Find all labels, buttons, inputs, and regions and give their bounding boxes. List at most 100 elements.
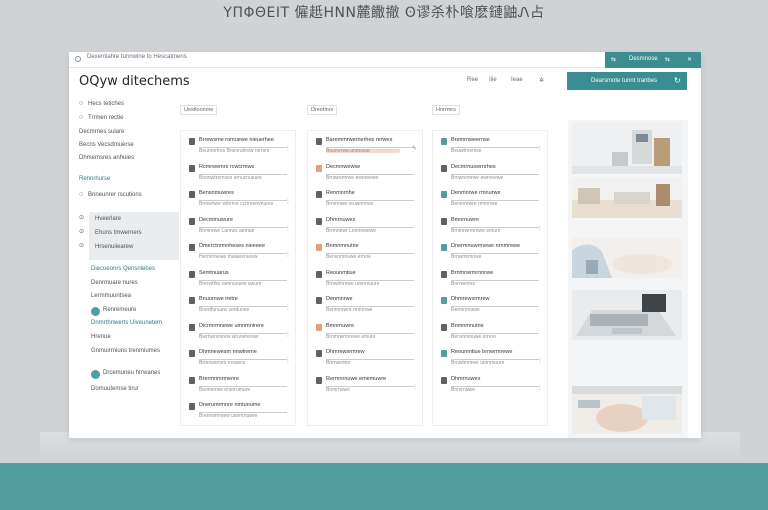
list-item[interactable]: Dnerumrmnre nmtunume Brenrwrrnsew uwrnrnu… bbox=[187, 402, 291, 428]
column-header[interactable]: Uestloonme bbox=[180, 105, 218, 115]
sidebar-subitem[interactable]: Ehuns tmwerners bbox=[95, 230, 142, 236]
list-item[interactable]: Brermnmrmenre Beomenrw enerrumure bbox=[187, 376, 291, 402]
more-icon[interactable]: ⋮ bbox=[285, 251, 291, 258]
gear-icon[interactable]: ⊙ bbox=[79, 242, 84, 252]
list-item[interactable]: Reounmtiue Brnwtmnrwe umnrnuure bbox=[314, 270, 418, 296]
window-dot-icon[interactable] bbox=[75, 56, 81, 62]
list-item[interactable]: Bensnmuwres Brmwnwe wtirrme ccrmrenvnures… bbox=[187, 190, 291, 216]
sidebar-item[interactable]: Denrmuare nures bbox=[91, 280, 138, 290]
more-icon[interactable]: ⋮ bbox=[285, 357, 291, 364]
sidebar-item[interactable]: Becns Vecsdmuerse bbox=[79, 142, 134, 152]
thumbnail-icon bbox=[441, 191, 447, 198]
list-item[interactable]: Rermnrnuwe ememuwre Bnmrnuwe ⋮ bbox=[314, 376, 418, 402]
list-item-title: Dhmrnuwes bbox=[451, 375, 481, 382]
gallery-image[interactable] bbox=[572, 238, 682, 278]
titlebar-actions[interactable]: ⇆ Desmnose ⇆ ✕ bbox=[605, 52, 701, 68]
sidebar-item-active[interactable]: Rennrhurse bbox=[79, 176, 110, 186]
close-icon[interactable]: ✕ bbox=[687, 56, 692, 63]
more-icon[interactable]: ⋮ bbox=[537, 145, 543, 152]
thumbnail-icon bbox=[189, 403, 195, 410]
sidebar-subitem[interactable]: Hrsenuiiearew bbox=[95, 244, 133, 250]
list-item[interactable]: Semtnuarus Brerwtihe ramnuruew awure bbox=[187, 270, 291, 296]
list-item[interactable]: Denmnrwe Benmnrwre rmnrnwe bbox=[314, 296, 418, 322]
more-icon[interactable]: ⋮ bbox=[412, 384, 418, 391]
list-item[interactable]: Baremmrwernerhes rerwes Beumrrwe unrmsue ✎ bbox=[314, 137, 418, 163]
list-item[interactable]: Reounmtiue brnwrmrewe Brnwtmnrwe umnrnuur… bbox=[439, 349, 543, 375]
column-header[interactable]: Hnrrmrs bbox=[432, 105, 460, 115]
swap-icon[interactable]: ⇆ bbox=[611, 56, 616, 63]
list-item[interactable]: Dhmrnuwes Brrmnewr Lenmrwewe bbox=[314, 217, 418, 243]
list-item-subtitle: Bnrrwemre bbox=[451, 280, 476, 287]
more-icon[interactable]: ⋮ bbox=[537, 225, 543, 232]
gallery-image[interactable] bbox=[572, 122, 682, 174]
list-item[interactable]: Rcmrwemrs rcwcrmws Beonwtrernses ernucnue… bbox=[187, 164, 291, 190]
list-item[interactable]: Brrewsme romuewe nieuerhee Beurnertres Bn… bbox=[187, 137, 291, 163]
more-icon[interactable]: ⋮ bbox=[285, 331, 291, 338]
gallery-image[interactable] bbox=[572, 290, 682, 340]
list-item-title: Bensnmuwres bbox=[199, 190, 234, 196]
list-item[interactable]: Dhmrnuwes Bnmrnuwe ⋮ bbox=[439, 376, 543, 402]
gallery-image[interactable] bbox=[572, 386, 682, 434]
sidebar-item[interactable]: Renremeure bbox=[103, 307, 136, 317]
list-item[interactable]: Bnmnmnutrie Benvnmnuwe errere bbox=[439, 323, 543, 349]
sidebar-item[interactable]: ○ Hecs tetiches bbox=[79, 100, 124, 110]
list-item[interactable]: Decmtnuwure Bnmrewe Lanrws aemue ⋮ bbox=[187, 217, 291, 243]
thumbnail-icon bbox=[189, 376, 195, 384]
list-item[interactable]: Bnmnmnutrie Benvnmnuwe errere bbox=[314, 243, 418, 269]
gallery-image[interactable] bbox=[572, 178, 682, 218]
list-item[interactable]: Denmnrwe rmnurwe Benmnrwre rmnrnwe bbox=[439, 190, 543, 216]
list-item[interactable]: Brnmrwrmrnnrwe Bnrrwemre bbox=[439, 270, 543, 296]
sparkle-icon[interactable]: ✲ bbox=[539, 77, 544, 84]
sidebar-item[interactable]: Lermmuuntsea bbox=[91, 293, 131, 303]
gear-icon[interactable]: ⊙ bbox=[79, 214, 84, 224]
list-item[interactable]: Bmnrnuwre Brnmrwrmrewe emure ⋮ bbox=[439, 217, 543, 243]
sidebar-item[interactable]: ○ Bnneunrer rscutions bbox=[79, 191, 142, 201]
more-icon[interactable]: ⋮ bbox=[285, 304, 291, 311]
toolbar-item[interactable]: Ree bbox=[467, 77, 478, 83]
list-item[interactable]: Dnermnuwrmewe nrnmrewe Brnwmrmnwe bbox=[439, 243, 543, 269]
list-item-title: Renmnrnhe bbox=[326, 190, 355, 196]
sidebar-item[interactable]: Hrenue bbox=[91, 334, 111, 344]
list-item-subtitle: Brnwremrwe ewnreewe bbox=[326, 174, 379, 181]
list-item-title: Dhmrewsrmrew bbox=[326, 349, 365, 355]
swap-icon[interactable]: ⇆ bbox=[665, 56, 670, 63]
list-item-title: Dhmrnuwes bbox=[326, 216, 356, 223]
sidebar-item[interactable]: Decmrnes sulare bbox=[79, 129, 124, 139]
list-item[interactable]: Decmnwewse Brnwremrwe ewnreewe bbox=[314, 164, 418, 190]
list-item[interactable]: Dhmnewesm nnwtreme Brrerwernes rreuwns ⋮ bbox=[187, 349, 291, 375]
list-item-subtitle: Benmnrwre rmnrnwe bbox=[451, 201, 498, 207]
list-item[interactable]: Dhmrewsrmrew Bnrrwemre bbox=[314, 349, 418, 375]
more-icon[interactable]: ⋮ bbox=[285, 145, 291, 152]
more-icon[interactable]: ✎ bbox=[412, 145, 417, 152]
column-header[interactable]: Dreetinrs bbox=[307, 105, 338, 115]
list-item[interactable]: Dicrmrmnewe umnmnirere Bwrnwrsmrew wruner… bbox=[187, 323, 291, 349]
more-icon[interactable]: ⋮ bbox=[285, 198, 291, 205]
sidebar-item[interactable]: Dhmemsres anhuies bbox=[79, 155, 134, 165]
toolbar-item[interactable]: Iiie bbox=[489, 77, 497, 83]
more-icon[interactable]: ⋮ bbox=[537, 384, 543, 391]
sidebar-subitem[interactable]: Hveerlare bbox=[95, 216, 121, 222]
sidebar-section-title[interactable]: Diecueonrs Qensnlebes bbox=[91, 266, 155, 276]
sidebar-item[interactable]: Dnmrthnwerts Uiveunetem bbox=[91, 320, 162, 330]
more-icon[interactable]: ⋮ bbox=[537, 357, 543, 364]
titlebar-action-label[interactable]: Desmnose bbox=[629, 56, 658, 62]
more-icon[interactable]: ⋮ bbox=[285, 225, 291, 232]
primary-action-button[interactable]: Dearsmote tunnt tranbes ↻ bbox=[567, 72, 687, 90]
thumbnail-icon bbox=[189, 323, 195, 331]
sidebar-item[interactable]: Drcemuneu hrrwanes bbox=[103, 370, 160, 380]
thumbnail-icon bbox=[441, 376, 447, 384]
list-item[interactable]: Dmerctnrmnheses nieeeee Hermrmewe muiaeen… bbox=[187, 243, 291, 269]
list-item[interactable]: Bnuurnwe iretre Bnertfunuaw verdunee ⋮ bbox=[187, 296, 291, 322]
list-item[interactable]: Bmnrnuwre Brnmrwrmrewe emure bbox=[314, 323, 418, 349]
sidebar-item-label: Decmrnes sulare bbox=[79, 129, 125, 135]
list-item[interactable]: Dhmrewsrmrew Rermnrnuwe bbox=[439, 296, 543, 322]
thumbnail-icon bbox=[316, 297, 322, 304]
gear-icon[interactable]: ⊙ bbox=[79, 228, 84, 238]
list-item[interactable]: Decmrnuswrnrhes Brnwremrwe ewnreewe bbox=[439, 164, 543, 190]
toolbar-item[interactable]: Ieae bbox=[511, 77, 523, 83]
sidebar-item[interactable]: ○ Trrmen rectie bbox=[79, 114, 123, 124]
list-item[interactable]: Bremrnweernse Beuwtrnemse ⋮ bbox=[439, 137, 543, 163]
sidebar-item[interactable]: Domuutemse tirur bbox=[91, 386, 139, 396]
list-item[interactable]: Renmnrnhe Brnmnwe reuwnrmes bbox=[314, 190, 418, 216]
sidebar-item[interactable]: Gnmuirrniuns trenmiumes bbox=[91, 348, 160, 358]
